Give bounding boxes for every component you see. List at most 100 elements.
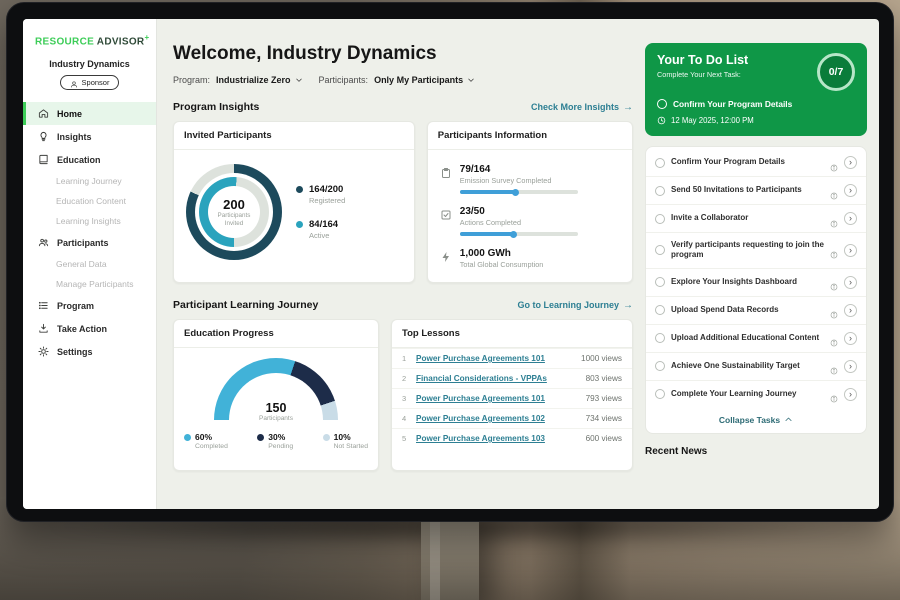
invited-donut-chart: 200 Participants Invited [186, 164, 282, 260]
sidebar-item-education-content[interactable]: Education Content [23, 191, 156, 211]
link-label: Check More Insights [531, 102, 619, 112]
sidebar-item-insights[interactable]: Insights [23, 125, 156, 148]
app-logo: RESOURCE ADVISOR+ [23, 31, 156, 51]
collapse-tasks-link[interactable]: Collapse Tasks [646, 408, 866, 431]
chevron-right-icon[interactable]: › [844, 360, 857, 373]
task-row[interactable]: Achieve One Sustainability Target › [646, 353, 866, 381]
chevron-right-icon[interactable]: › [844, 212, 857, 225]
lesson-link[interactable]: Power Purchase Agreements 101 [416, 394, 579, 403]
info-icon [830, 334, 838, 342]
lesson-link[interactable]: Financial Considerations - VPPAs [416, 374, 579, 383]
org-name: Industry Dynamics [23, 59, 156, 69]
task-row[interactable]: Confirm Your Program Details › [646, 149, 866, 177]
sidebar: RESOURCE ADVISOR+ Industry Dynamics Spon… [23, 19, 157, 509]
chevron-right-icon[interactable]: › [844, 304, 857, 317]
energy-icon [440, 250, 452, 262]
sidebar-item-home[interactable]: Home [23, 102, 156, 125]
task-row[interactable]: Invite a Collaborator › [646, 205, 866, 233]
download-icon [38, 323, 49, 334]
check-more-insights-link[interactable]: Check More Insights → [531, 102, 633, 113]
sidebar-item-take-action[interactable]: Take Action [23, 317, 156, 340]
legend-label: Registered [309, 196, 345, 205]
legend-item: 60% Completed [184, 432, 228, 450]
lesson-link[interactable]: Power Purchase Agreements 101 [416, 354, 574, 363]
legend-value: 30% [268, 432, 293, 442]
sidebar-item-learning-journey[interactable]: Learning Journey [23, 171, 156, 191]
task-row[interactable]: Explore Your Insights Dashboard › [646, 269, 866, 297]
legend-value: 164/200 [309, 184, 345, 195]
task-row[interactable]: Complete Your Learning Journey › [646, 381, 866, 408]
legend-label: Not Started [334, 443, 368, 450]
checkbox-circle-icon[interactable] [655, 333, 665, 343]
lesson-rank: 1 [402, 354, 409, 363]
list-icon [38, 300, 49, 311]
lesson-views: 734 views [586, 414, 622, 423]
lesson-link[interactable]: Power Purchase Agreements 103 [416, 434, 579, 443]
program-insights-header: Program Insights Check More Insights → [173, 101, 633, 113]
next-task-due: 12 May 2025, 12:00 PM [657, 116, 855, 125]
gauge-center-value: 150 [214, 401, 338, 415]
lesson-rank: 3 [402, 394, 409, 403]
learning-journey-heading: Participant Learning Journey [173, 299, 318, 311]
chevron-right-icon[interactable]: › [844, 156, 857, 169]
sidebar-item-general-data[interactable]: General Data [23, 254, 156, 274]
sidebar-item-program[interactable]: Program [23, 294, 156, 317]
chevron-down-icon [467, 76, 475, 84]
sponsor-badge[interactable]: Sponsor [60, 75, 120, 90]
task-label: Complete Your Learning Journey [671, 389, 824, 399]
insights-cards-row: Invited Participants 200 Participants In… [173, 121, 633, 283]
checkbox-circle-icon[interactable] [655, 361, 665, 371]
gear-icon [38, 346, 49, 357]
invited-participants-card: Invited Participants 200 Participants In… [173, 121, 415, 283]
checkbox-circle-icon[interactable] [657, 99, 667, 109]
sponsor-badge-label: Sponsor [82, 78, 110, 87]
chevron-right-icon[interactable]: › [844, 184, 857, 197]
task-row[interactable]: Upload Spend Data Records › [646, 297, 866, 325]
go-to-learning-journey-link[interactable]: Go to Learning Journey → [517, 300, 633, 311]
checkbox-circle-icon[interactable] [655, 245, 665, 255]
task-row[interactable]: Upload Additional Educational Content › [646, 325, 866, 353]
chevron-right-icon[interactable]: › [844, 276, 857, 289]
progress-track [460, 232, 578, 236]
sidebar-item-manage-participants[interactable]: Manage Participants [23, 274, 156, 294]
todo-summary-card: Your To Do List Complete Your Next Task:… [645, 43, 867, 136]
checkbox-circle-icon[interactable] [655, 186, 665, 196]
legend-item: 164/200 Registered [296, 184, 345, 205]
next-task-row[interactable]: Confirm Your Program Details [657, 99, 855, 109]
sidebar-item-label: Take Action [57, 324, 107, 334]
actions-progress-fill [460, 232, 514, 236]
chevron-right-icon[interactable]: › [844, 244, 857, 257]
legend-item: 84/164 Active [296, 219, 345, 240]
donut-center-value: 200 [223, 197, 245, 212]
task-row[interactable]: Verify participants requesting to join t… [646, 233, 866, 269]
checkbox-circle-icon[interactable] [655, 214, 665, 224]
sidebar-item-participants[interactable]: Participants [23, 231, 156, 254]
info-icon [830, 278, 838, 286]
checkbox-circle-icon[interactable] [655, 158, 665, 168]
main-content: Welcome, Industry Dynamics Program: Indu… [157, 19, 879, 509]
info-icon [830, 187, 838, 195]
checkbox-circle-icon[interactable] [655, 389, 665, 399]
participants-information-card: Participants Information 79/164 Emission… [427, 121, 633, 283]
todo-column: Your To Do List Complete Your Next Task:… [645, 19, 867, 509]
sidebar-item-learning-insights[interactable]: Learning Insights [23, 211, 156, 231]
learning-cards-row: Education Progress 150 Participants [173, 319, 633, 471]
checkbox-circle-icon[interactable] [655, 305, 665, 315]
sidebar-item-education[interactable]: Education [23, 148, 156, 171]
chevron-right-icon[interactable]: › [844, 332, 857, 345]
next-task-label: Confirm Your Program Details [673, 99, 792, 109]
progress-track [460, 190, 578, 194]
participants-select[interactable]: Only My Participants [374, 75, 475, 85]
program-select[interactable]: Industrialize Zero [216, 75, 303, 85]
lesson-rank: 2 [402, 374, 409, 383]
legend-label: Active [309, 231, 338, 240]
task-row[interactable]: Send 50 Invitations to Participants › [646, 177, 866, 205]
lesson-link[interactable]: Power Purchase Agreements 102 [416, 414, 579, 423]
legend-value: 60% [195, 432, 228, 442]
legend-dot-completed [184, 434, 191, 441]
clipboard-icon [440, 166, 452, 178]
sidebar-item-settings[interactable]: Settings [23, 340, 156, 363]
info-row: 23/50 Actions Completed [440, 200, 620, 242]
checkbox-circle-icon[interactable] [655, 277, 665, 287]
chevron-right-icon[interactable]: › [844, 388, 857, 401]
